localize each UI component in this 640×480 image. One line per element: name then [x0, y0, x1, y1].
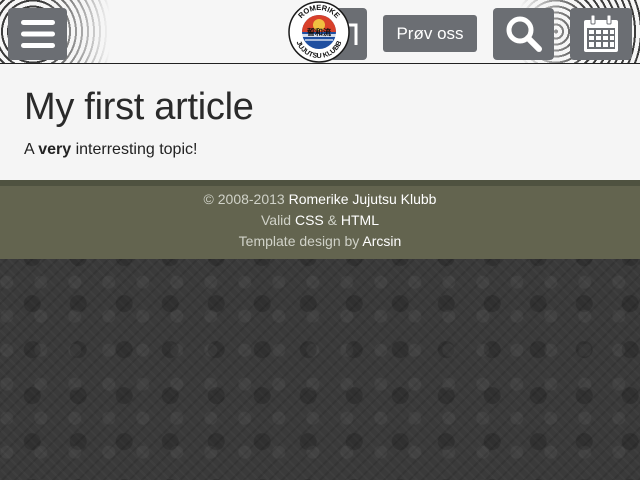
- search-button[interactable]: [493, 8, 554, 60]
- ampersand-text: &: [323, 212, 341, 228]
- calendar-button[interactable]: [570, 8, 632, 60]
- article-text: A very interresting topic!: [24, 141, 197, 159]
- article-content: My first article A very interresting top…: [0, 64, 640, 180]
- footer-copyright: © 2008-2013 Romerike Jujutsu Klubb: [0, 191, 640, 207]
- article-title: My first article: [24, 86, 254, 128]
- search-icon: [506, 16, 542, 52]
- template-text: Template design by: [238, 233, 363, 249]
- club-link[interactable]: Romerike Jujutsu Klubb: [289, 191, 437, 207]
- copyright-text: © 2008-2013: [203, 191, 289, 207]
- designer-link[interactable]: Arcsin: [362, 233, 401, 249]
- logo-center-text: 誓和流: [307, 27, 331, 37]
- article-text-prefix: A: [24, 141, 39, 158]
- html-link[interactable]: HTML: [341, 212, 379, 228]
- calendar-icon: [584, 15, 618, 52]
- valid-text: Valid: [260, 212, 295, 228]
- footer-validation: Valid CSS & HTML: [0, 212, 640, 228]
- footer-template-credit: Template design by Arcsin: [0, 233, 640, 249]
- club-logo[interactable]: 誓和流 ROMERIKE JUJUTSU KLUBB: [287, 1, 351, 63]
- site-header: 誓和流 ROMERIKE JUJUTSU KLUBB Prøv oss: [0, 0, 640, 64]
- css-link[interactable]: CSS: [295, 212, 324, 228]
- article-text-bold: very: [38, 141, 72, 158]
- article-text-suffix: interresting topic!: [71, 141, 198, 158]
- try-us-button[interactable]: Prøv oss: [383, 15, 477, 52]
- menu-button[interactable]: [8, 8, 67, 60]
- site-footer: © 2008-2013 Romerike Jujutsu Klubb Valid…: [0, 180, 640, 259]
- menu-icon: [20, 20, 55, 48]
